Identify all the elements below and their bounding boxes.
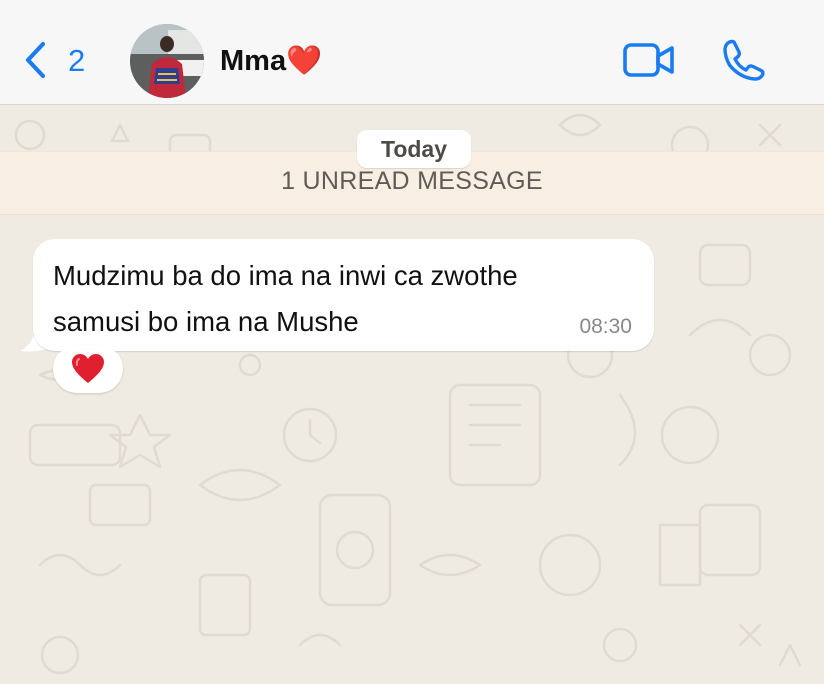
chevron-left-icon (25, 41, 46, 79)
chat-area[interactable]: 1 UNREAD MESSAGE Today Mudzimu ba do ima… (0, 105, 824, 684)
unread-label: 1 UNREAD MESSAGE (281, 167, 543, 195)
date-separator: Today (357, 130, 471, 168)
back-button[interactable]: 2 (22, 38, 85, 82)
chat-header: 2 Mma❤️ (0, 0, 824, 105)
unread-chats-count: 2 (68, 42, 86, 78)
contact-name[interactable]: Mma❤️ (220, 43, 322, 79)
heart-icon (72, 354, 104, 383)
avatar[interactable] (130, 24, 204, 98)
heart-emoji: ❤️ (286, 45, 323, 77)
message-line-1: Mudzimu ba do ima na inwi ca zwothe (53, 260, 518, 291)
message-text: Mudzimu ba do ima na inwi ca zwothe samu… (53, 253, 643, 345)
message-line-2: samusi bo ima na Mushe (53, 306, 359, 337)
incoming-message-bubble[interactable]: Mudzimu ba do ima na inwi ca zwothe samu… (33, 239, 654, 351)
phone-icon (723, 39, 765, 81)
video-camera-icon (623, 43, 674, 77)
message-reaction[interactable] (53, 345, 123, 393)
contact-name-text: Mma (220, 45, 287, 77)
video-call-button[interactable] (622, 40, 676, 85)
voice-call-button[interactable] (722, 38, 766, 87)
avatar-photo (130, 24, 204, 98)
message-timestamp: 08:30 (579, 315, 632, 338)
